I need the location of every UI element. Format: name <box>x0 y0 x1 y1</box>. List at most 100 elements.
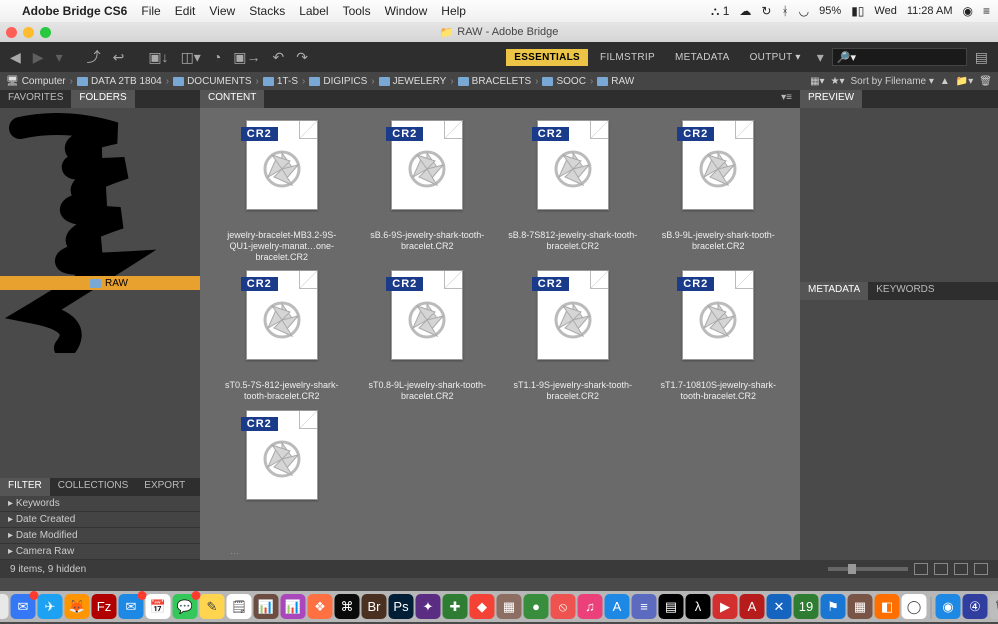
crumb-digipics[interactable]: DIGIPICS <box>309 76 367 87</box>
dock-app-icon[interactable]: 🗒 <box>227 594 252 619</box>
dock-app-icon[interactable]: 📊 <box>281 594 306 619</box>
app-name[interactable]: Adobe Bridge CS6 <box>22 4 127 18</box>
tab-content[interactable]: CONTENT <box>200 90 264 108</box>
dock-app-icon[interactable]: Fz <box>92 594 117 619</box>
dock-app-icon[interactable]: Ps <box>389 594 414 619</box>
dock-app-icon[interactable]: 📅 <box>146 594 171 619</box>
dock-app-icon[interactable]: ⚑ <box>821 594 846 619</box>
dock-app-icon[interactable]: ✎ <box>200 594 225 619</box>
view-details-icon[interactable] <box>954 563 968 575</box>
nav-recent-icon[interactable]: ▾ <box>52 47 67 68</box>
dock-app-icon[interactable]: ✚ <box>443 594 468 619</box>
minimize-window-icon[interactable] <box>23 27 34 38</box>
tab-preview[interactable]: PREVIEW <box>800 90 862 108</box>
thumbnail-slider[interactable] <box>828 567 908 571</box>
crumb-computer[interactable]: 🖥 Computer <box>6 76 66 87</box>
crumb-sooc[interactable]: SOOC <box>542 76 585 87</box>
crumb-jewelery[interactable]: JEWELERY <box>379 76 447 87</box>
sync-icon[interactable]: ☁ <box>739 4 751 18</box>
file-thumbnail[interactable]: CR2 sT0.8-9L-jewelry-shark-tooth-bracele… <box>358 270 498 402</box>
tab-collections[interactable]: COLLECTIONS <box>50 478 137 496</box>
dock-app-icon[interactable]: ☺ <box>0 594 9 619</box>
search-options-icon[interactable]: ▤ <box>971 47 992 68</box>
reveal-icon[interactable]: ⤴ <box>83 45 105 69</box>
tab-export[interactable]: EXPORT <box>136 478 193 496</box>
zoom-window-icon[interactable] <box>40 27 51 38</box>
dock-app-icon[interactable]: ❖ <box>308 594 333 619</box>
refine-icon[interactable]: ◫▾ <box>177 47 205 68</box>
tab-metadata-panel[interactable]: METADATA <box>800 282 868 300</box>
nav-back-icon[interactable]: ◀ <box>6 47 25 68</box>
tab-filter[interactable]: FILTER <box>0 478 50 496</box>
crumb-drive[interactable]: DATA 2TB 1804 <box>77 76 162 87</box>
workspace-filmstrip[interactable]: FILMSTRIP <box>592 49 663 66</box>
time-machine-icon[interactable]: ↻ <box>761 4 771 18</box>
file-thumbnail[interactable]: CR2 sB.6-9S-jewelry-shark-tooth-bracelet… <box>358 120 498 262</box>
bluetooth-icon[interactable]: ᚼ <box>781 4 788 18</box>
dock-app-icon[interactable]: ◧ <box>875 594 900 619</box>
menu-stacks[interactable]: Stacks <box>249 4 285 18</box>
rotate-ccw-icon[interactable]: ↶ <box>269 47 289 68</box>
dock-app-icon[interactable]: ♫ <box>578 594 603 619</box>
filter-keywords[interactable]: ▸ Keywords <box>0 496 200 512</box>
dock-app-icon[interactable]: 💬 <box>173 594 198 619</box>
tab-keywords-panel[interactable]: KEYWORDS <box>868 282 942 300</box>
dock-app-icon[interactable]: ▤ <box>659 594 684 619</box>
close-window-icon[interactable] <box>6 27 17 38</box>
content-panel-menu-icon[interactable]: ▾≡ <box>773 90 800 108</box>
view-thumbnails-icon[interactable] <box>934 563 948 575</box>
sort-direction-icon[interactable]: ▲ <box>940 76 950 87</box>
dock-app-icon[interactable]: 🗑 <box>990 594 998 619</box>
dock-app-icon[interactable]: ≡ <box>632 594 657 619</box>
menu-label[interactable]: Label <box>299 4 328 18</box>
open-camera-raw-icon[interactable]: ◔ <box>209 47 225 67</box>
workspace-essentials[interactable]: ESSENTIALS <box>506 49 588 66</box>
workspace-output[interactable]: OUTPUT ▾ <box>742 49 809 66</box>
dock-app-icon[interactable]: ◯ <box>902 594 927 619</box>
dock-app-icon[interactable]: A <box>605 594 630 619</box>
dock-app-icon[interactable]: ● <box>524 594 549 619</box>
filter-camera-raw[interactable]: ▸ Camera Raw <box>0 544 200 560</box>
dock-app-icon[interactable]: ▶ <box>713 594 738 619</box>
wifi-icon[interactable]: ◡ <box>799 4 809 18</box>
menu-file[interactable]: File <box>141 4 160 18</box>
file-thumbnail[interactable]: CR2 sB.8-7S812-jewelry-shark-tooth-brace… <box>503 120 643 262</box>
menu-window[interactable]: Window <box>385 4 428 18</box>
new-folder-icon[interactable]: 📁▾ <box>956 76 973 87</box>
rotate-cw-icon[interactable]: ↷ <box>292 47 312 68</box>
camera-download-icon[interactable]: ▣↓ <box>144 47 172 68</box>
dock-app-icon[interactable]: ✕ <box>767 594 792 619</box>
file-thumbnail[interactable]: CR2 sT1.1-9S-jewelry-shark-tooth-bracele… <box>503 270 643 402</box>
file-thumbnail[interactable]: CR2 jewelry-bracelet-MB3.2-9S-QU1-jewelr… <box>212 120 352 262</box>
filter-rating-icon[interactable]: ★▾ <box>831 76 845 87</box>
dock-app-icon[interactable]: ◆ <box>470 594 495 619</box>
dock-app-icon[interactable]: A <box>740 594 765 619</box>
workspace-menu-icon[interactable]: ▾ <box>813 47 828 68</box>
dock-app-icon[interactable]: ✈ <box>38 594 63 619</box>
crumb-documents[interactable]: DOCUMENTS <box>173 76 251 87</box>
dock-app-icon[interactable]: ④ <box>963 594 988 619</box>
crumb-1ts[interactable]: 1T-S <box>263 76 298 87</box>
siri-icon[interactable]: ◉ <box>963 4 973 18</box>
dock-app-icon[interactable]: ✉ <box>119 594 144 619</box>
boomerang-icon[interactable]: ↩ <box>109 47 129 68</box>
lock-grid-icon[interactable] <box>914 563 928 575</box>
search-input[interactable] <box>832 48 967 66</box>
menu-edit[interactable]: Edit <box>175 4 196 18</box>
dock-app-icon[interactable]: 19 <box>794 594 819 619</box>
dock-app-icon[interactable]: ▦ <box>497 594 522 619</box>
dock-app-icon[interactable]: ▦ <box>848 594 873 619</box>
file-thumbnail[interactable]: CR2 sB.9-9L-jewelry-shark-tooth-bracelet… <box>649 120 789 262</box>
dock-app-icon[interactable]: λ <box>686 594 711 619</box>
battery-icon[interactable]: ▮▯ <box>851 4 864 18</box>
notification-center-icon[interactable]: ≡ <box>983 4 990 18</box>
dock-app-icon[interactable]: ⦸ <box>551 594 576 619</box>
view-options-icon[interactable]: ▦▾ <box>810 76 824 87</box>
file-thumbnail[interactable]: CR2 sT1.7-10810S-jewelry-shark-tooth-bra… <box>649 270 789 402</box>
menu-tools[interactable]: Tools <box>343 4 371 18</box>
adobe-status-icon[interactable]: ⛬ 1 <box>711 4 729 19</box>
filter-date-created[interactable]: ▸ Date Created <box>0 512 200 528</box>
file-thumbnail[interactable]: CR2 <box>212 410 352 520</box>
crumb-raw[interactable]: RAW <box>597 76 634 87</box>
folder-tree[interactable]: RAW <box>0 108 200 478</box>
